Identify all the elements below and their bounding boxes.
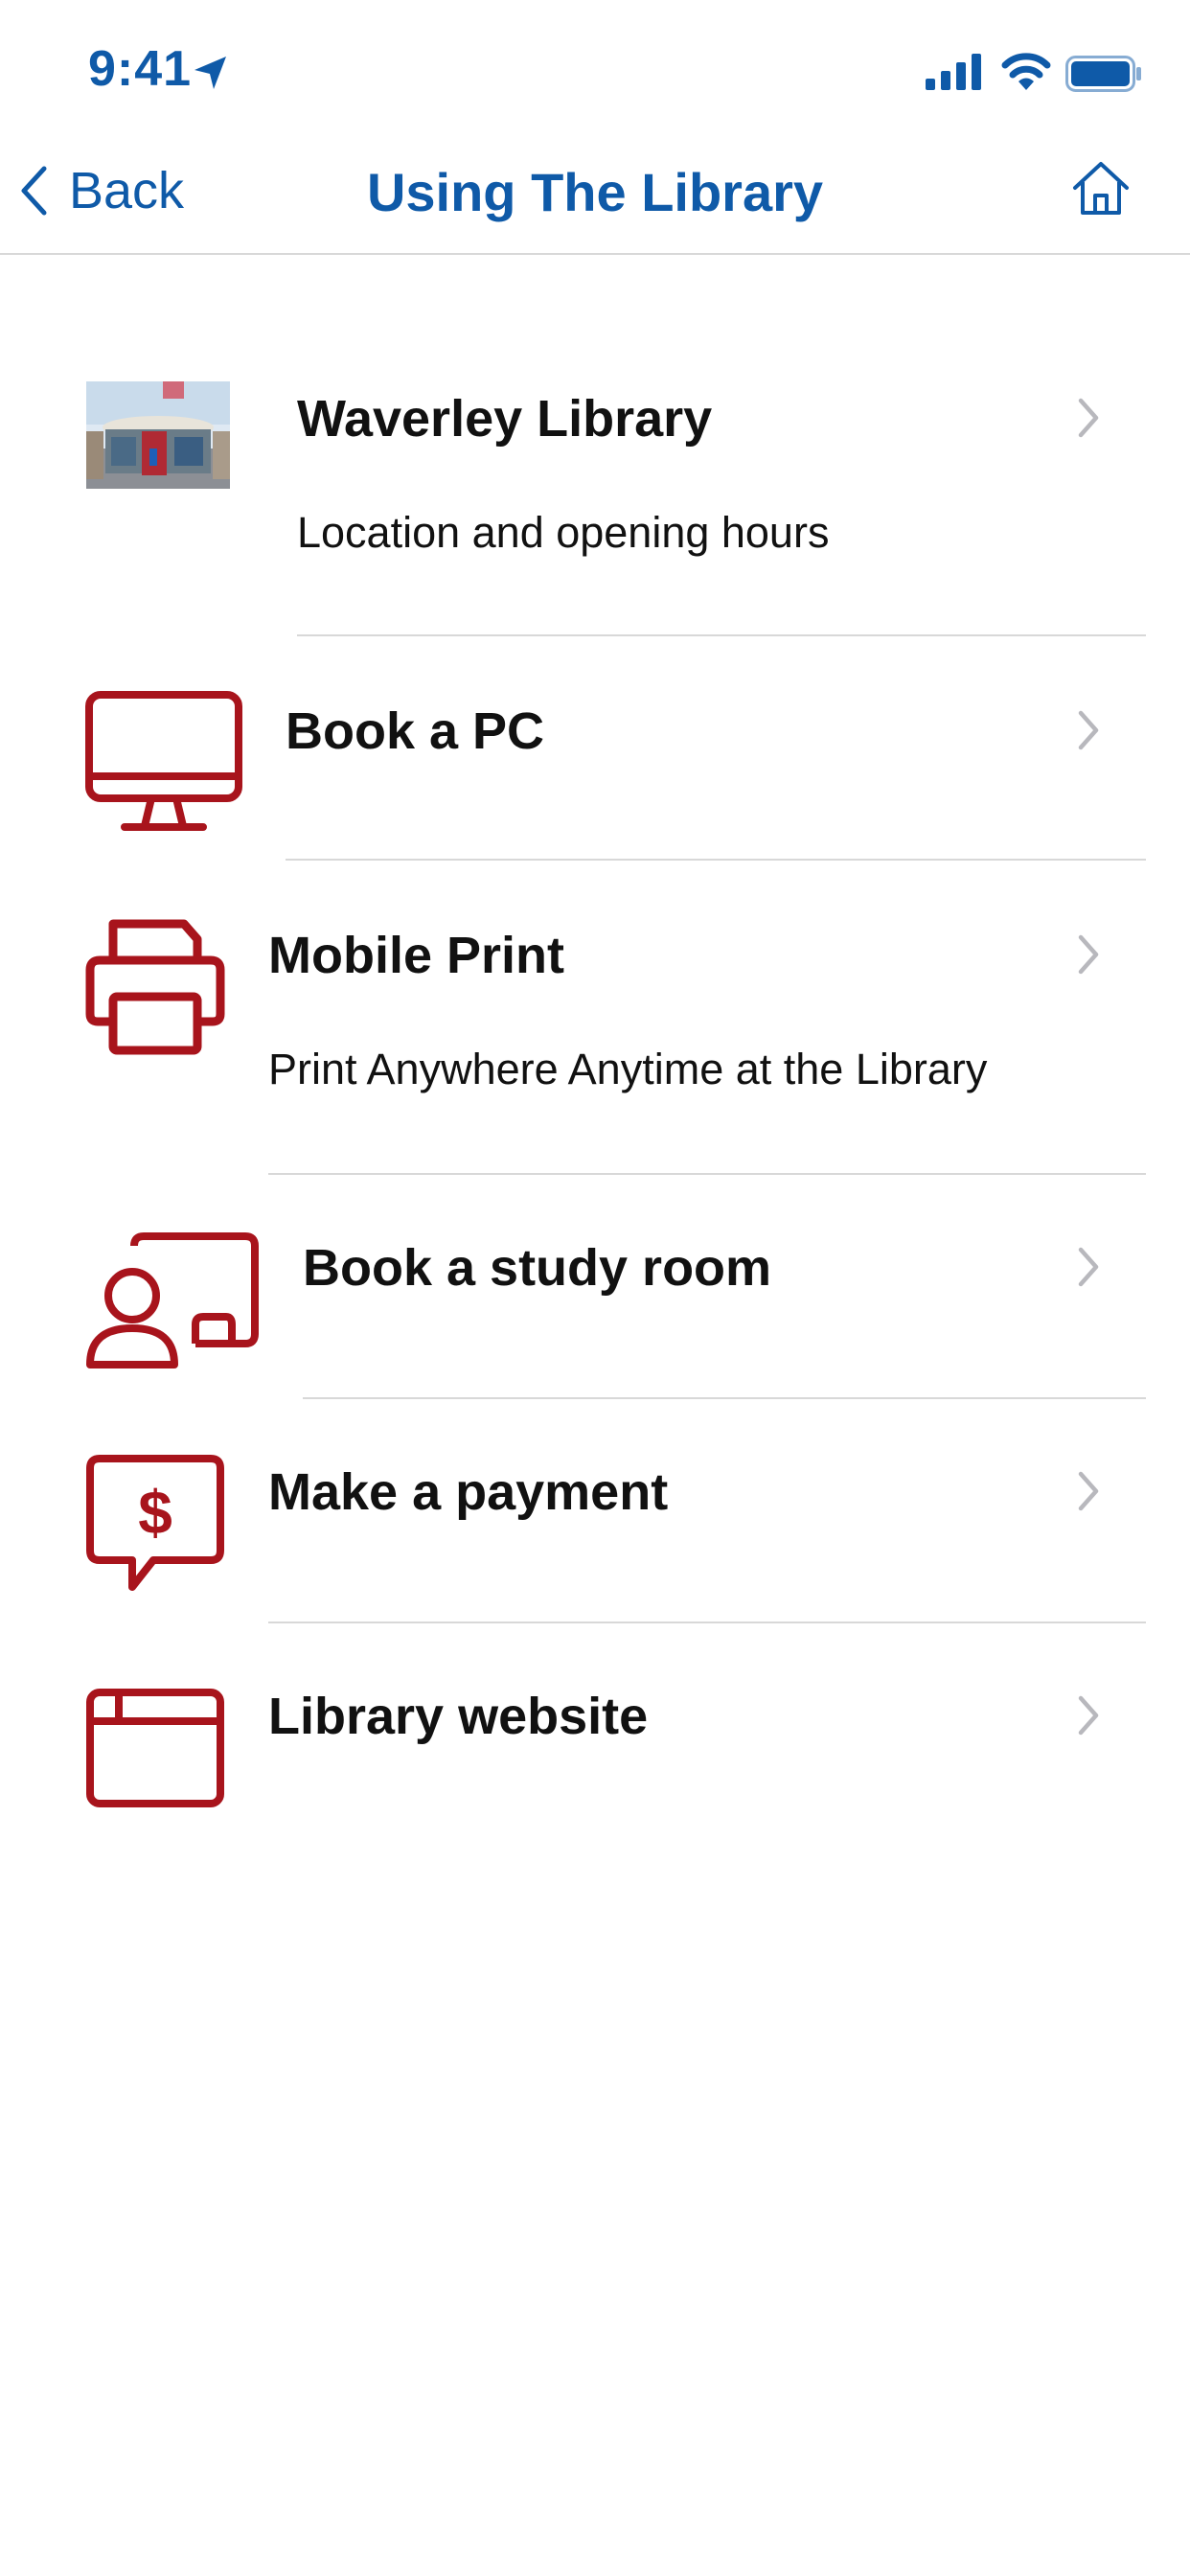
chevron-right-icon <box>1078 398 1099 438</box>
chevron-right-icon <box>1078 934 1099 975</box>
dollar-chat-icon: $ <box>86 1455 224 1591</box>
chevron-right-icon <box>1078 1247 1099 1287</box>
location-arrow-icon <box>195 57 226 89</box>
wifi-icon <box>1001 53 1051 90</box>
printer-icon <box>85 919 225 1055</box>
status-bar: 9:41 <box>0 0 1190 134</box>
svg-text:$: $ <box>138 1478 172 1547</box>
item-title-mobile-print: Mobile Print <box>268 927 564 984</box>
item-title-make-a-payment: Make a payment <box>268 1463 669 1521</box>
desktop-computer-icon <box>85 691 242 831</box>
cellular-signal-icon <box>926 54 981 90</box>
chevron-right-icon <box>1078 710 1099 750</box>
home-button[interactable] <box>1069 157 1136 224</box>
navigation-bar: Using The Library Back <box>0 134 1190 255</box>
person-presentation-icon <box>86 1232 259 1368</box>
item-title-waverley-library: Waverley Library <box>297 390 713 448</box>
item-subtitle-mobile-print: Print Anywhere Anytime at the Library <box>268 1045 988 1093</box>
item-title-library-website: Library website <box>268 1688 649 1745</box>
back-button[interactable]: Back <box>19 157 184 224</box>
item-title-book-a-study-room: Book a study room <box>303 1239 772 1297</box>
item-title-book-a-pc: Book a PC <box>286 702 545 760</box>
browser-window-icon <box>86 1689 224 1807</box>
chevron-right-icon <box>1078 1695 1099 1736</box>
chevron-left-icon <box>21 166 47 216</box>
status-time: 9:41 <box>88 41 193 97</box>
item-subtitle-waverley-library: Location and opening hours <box>297 508 830 557</box>
screen: 9:41 Using The Library Back Waverley Lib… <box>0 0 1190 2576</box>
back-label: Back <box>69 162 185 219</box>
home-icon <box>1073 162 1129 215</box>
library-photo <box>86 381 230 489</box>
chevron-right-icon <box>1078 1471 1099 1511</box>
battery-icon <box>1065 56 1141 92</box>
